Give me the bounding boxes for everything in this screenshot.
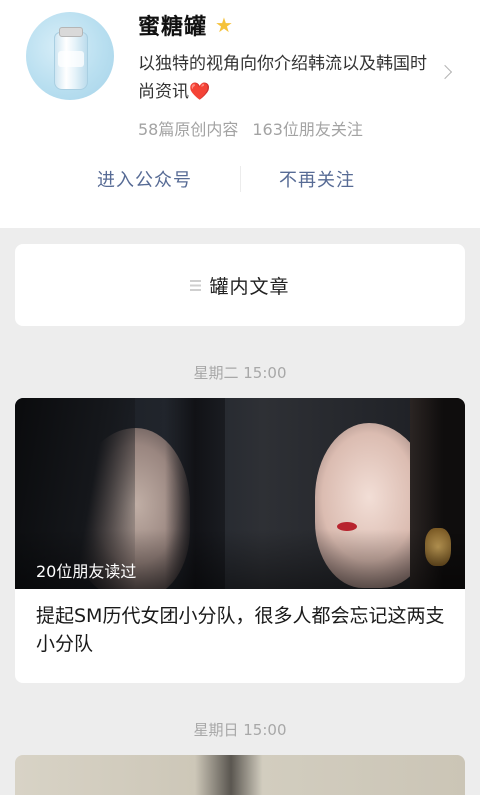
unfollow-button[interactable]: 不再关注: [279, 166, 355, 192]
star-icon[interactable]: ★: [215, 15, 233, 35]
account-name-row: 蜜糖罐 ★: [138, 9, 233, 41]
next-article-cover[interactable]: [15, 755, 465, 795]
articles-entry[interactable]: 罐内文章: [15, 244, 465, 326]
articles-entry-label: 罐内文章: [209, 275, 290, 298]
original-count: 58篇原创内容: [138, 120, 239, 139]
chevron-right-icon[interactable]: [437, 64, 453, 80]
feed-time-label: 星期二 15:00: [193, 364, 287, 382]
friends-read-count: 20位朋友读过: [36, 562, 137, 581]
enter-account-button[interactable]: 进入公众号: [97, 166, 192, 192]
article-card[interactable]: 20位朋友读过 提起SM历代女团小分队，很多人都会忘记这两支小分队: [15, 398, 465, 683]
article-title[interactable]: 提起SM历代女团小分队，很多人都会忘记这两支小分队: [36, 602, 446, 658]
account-profile: 蜜糖罐 ★ 以独特的视角向你介绍韩流以及韩国时尚资讯❤️ 58篇原创内容 163位…: [0, 0, 480, 228]
button-divider: [240, 166, 241, 192]
friends-following: 163位朋友关注: [252, 120, 363, 139]
account-description[interactable]: 以独特的视角向你介绍韩流以及韩国时尚资讯❤️: [138, 50, 438, 106]
feed-time-label-2: 星期日 15:00: [193, 721, 287, 739]
heart-icon: ❤️: [189, 82, 211, 102]
article-cover-image[interactable]: 20位朋友读过: [15, 398, 465, 589]
account-name: 蜜糖罐: [138, 15, 208, 40]
description-text: 以独特的视角向你介绍韩流以及韩国时尚资讯: [138, 54, 427, 102]
list-icon: [190, 279, 202, 291]
account-stats: 58篇原创内容 163位朋友关注: [138, 116, 363, 140]
avatar[interactable]: [26, 12, 114, 100]
can-image: [54, 27, 88, 90]
